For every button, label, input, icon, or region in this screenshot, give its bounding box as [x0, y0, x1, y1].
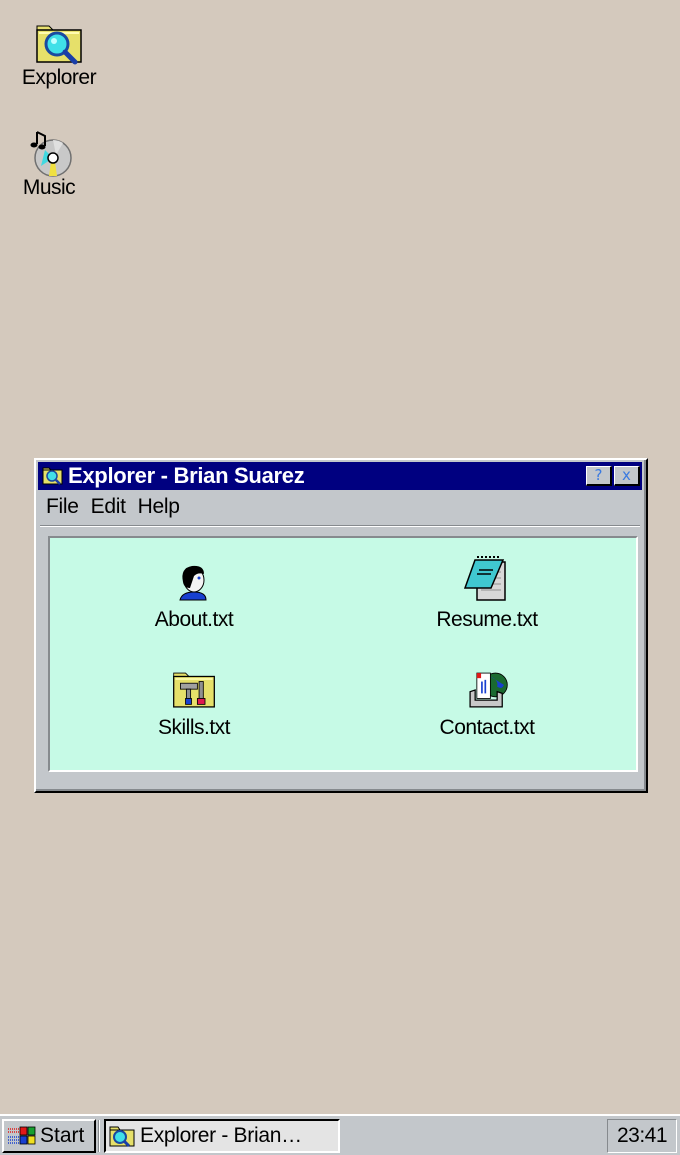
windows-logo-icon — [8, 1126, 36, 1145]
explorer-folder-magnifier-icon — [109, 1126, 135, 1148]
file-label: Resume.txt — [436, 608, 538, 631]
start-label: Start — [40, 1124, 85, 1147]
help-button[interactable]: ? — [586, 466, 612, 486]
file-item-skills[interactable]: Skills.txt — [119, 668, 269, 740]
person-icon — [179, 565, 207, 601]
menu-divider — [40, 525, 640, 527]
window-title: Explorer - Brian Suarez — [68, 463, 305, 488]
explorer-folder-magnifier-icon — [36, 25, 82, 65]
desktop-icon-label: Music — [22, 176, 76, 199]
system-tray-clock: 23:41 — [607, 1119, 677, 1153]
taskbar-item-label: Explorer - Brian… — [140, 1124, 302, 1147]
explorer-window: Explorer - Brian Suarez ? x File Edit He… — [34, 458, 648, 793]
file-item-contact[interactable]: Contact.txt — [412, 668, 562, 740]
taskbar-divider — [98, 1120, 100, 1152]
start-button[interactable]: Start — [2, 1119, 96, 1153]
tools-folder-icon — [173, 672, 215, 708]
desktop-icon-explorer[interactable]: Explorer — [14, 18, 104, 90]
file-item-resume[interactable]: Resume.txt — [412, 552, 562, 632]
title-bar[interactable]: Explorer - Brian Suarez ? x — [38, 462, 642, 490]
menu-bar: File Edit Help — [40, 492, 640, 522]
menu-file[interactable]: File — [40, 495, 85, 519]
taskbar-item-explorer[interactable]: Explorer - Brian… — [104, 1119, 340, 1153]
desktop-icon-music[interactable]: Music — [4, 128, 94, 200]
taskbar: Start Explorer - Brian… 23:41 — [0, 1114, 680, 1155]
notepad-icon — [463, 556, 506, 601]
file-item-about[interactable]: About.txt — [119, 560, 269, 632]
desktop-icon-label: Explorer — [21, 66, 97, 89]
file-label: About.txt — [154, 608, 234, 631]
menu-help[interactable]: Help — [132, 495, 186, 519]
file-label: Skills.txt — [157, 716, 231, 739]
close-button[interactable]: x — [614, 466, 640, 486]
menu-edit[interactable]: Edit — [85, 495, 132, 519]
explorer-folder-magnifier-icon — [42, 467, 63, 485]
music-cd-icon — [30, 131, 72, 177]
file-view: About.txt Resume.txt Skills.txt Contact.… — [48, 536, 638, 772]
mail-globe-icon — [469, 672, 508, 708]
file-label: Contact.txt — [439, 716, 535, 739]
